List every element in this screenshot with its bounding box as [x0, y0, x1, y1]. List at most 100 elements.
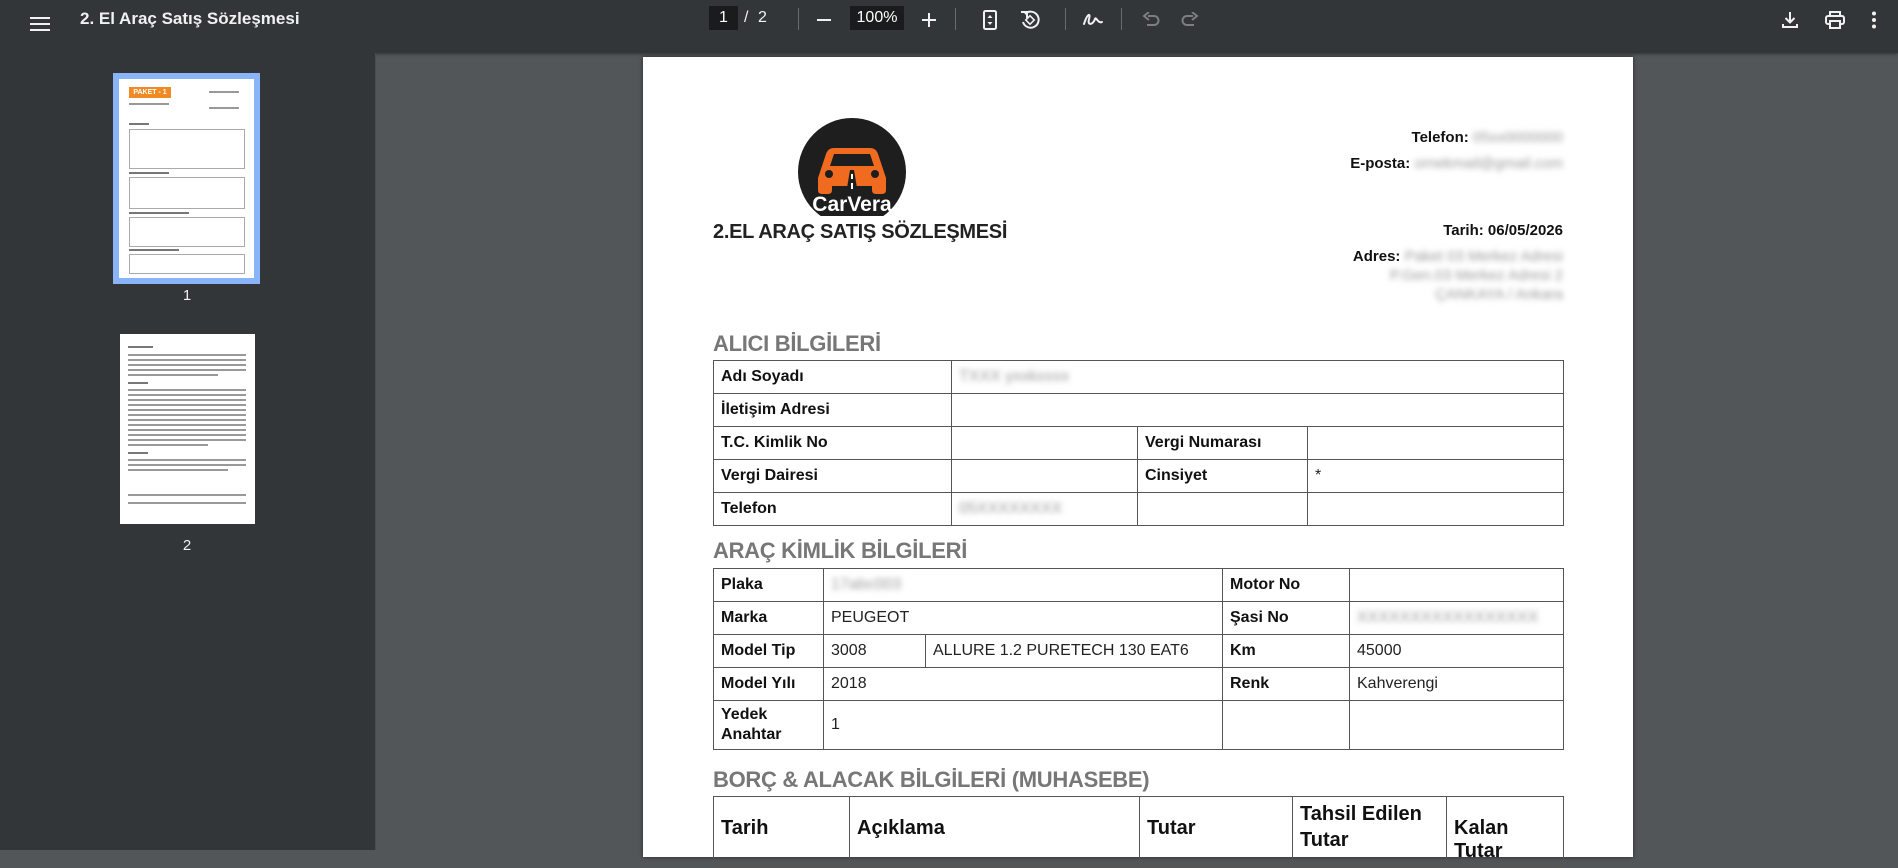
- buyer-tax-office-label: Vergi Dairesi: [713, 459, 952, 493]
- km-label: Km: [1222, 634, 1350, 668]
- buyer-gender-value: *: [1307, 459, 1564, 493]
- page-thumbnail-2[interactable]: [120, 334, 255, 524]
- table-header-row: Tarih Açıklama Tutar Tahsil Edilen Tutar…: [713, 796, 1564, 868]
- table-row: Model Yılı 2018 Renk Kahverengi: [713, 667, 1564, 701]
- menu-icon: [30, 17, 50, 31]
- rotate-icon: [1021, 10, 1040, 29]
- more-options-button[interactable]: [1858, 4, 1890, 36]
- plate-value: 17abc003: [823, 568, 1223, 602]
- pdf-page: CarVera 2.EL ARAÇ SATIŞ SÖZLEŞMESİ Telef…: [643, 57, 1633, 868]
- toolbar-divider: [955, 8, 956, 30]
- thumbnail-label-2: 2: [182, 537, 192, 554]
- debt-header-remaining: Kalan Tutar: [1446, 796, 1564, 868]
- chassis-no-label: Şasi No: [1222, 601, 1350, 635]
- debt-header-collected: Tahsil Edilen Tutar: [1292, 796, 1447, 868]
- print-icon: [1825, 11, 1845, 29]
- thumbnail-badge: PAKET - 1: [129, 87, 171, 98]
- page-separator: /: [744, 9, 749, 26]
- company-address: Adres: Paket 03 Merkez Adresi: [1352, 248, 1563, 265]
- buyer-tax-no-label: Vergi Numarası: [1137, 426, 1308, 460]
- table-row: İletişim Adresi: [713, 393, 1564, 427]
- fit-page-button[interactable]: [974, 4, 1006, 36]
- debt-table: Tarih Açıklama Tutar Tahsil Edilen Tutar…: [713, 796, 1564, 868]
- buyer-tax-office-value: [951, 459, 1138, 493]
- table-row: Telefon 05XXXXXXXX: [713, 492, 1564, 526]
- contract-title: 2.EL ARAÇ SATIŞ SÖZLEŞMESİ: [713, 221, 1008, 243]
- model-year-value: 2018: [823, 667, 1223, 701]
- draw-button[interactable]: [1077, 4, 1109, 36]
- empty-cell: [1222, 700, 1350, 750]
- engine-no-value: [1349, 568, 1564, 602]
- thumbnail-sidebar: PAKET - 1 1 2: [0, 53, 376, 850]
- model-type-value: 3008: [823, 634, 926, 668]
- zoom-out-button[interactable]: [808, 4, 840, 36]
- buyer-table: Adı Soyadı TXXX yxxkxxxx İletişim Adresi…: [713, 360, 1564, 526]
- model-detail-value: ALLURE 1.2 PURETECH 130 EAT6: [925, 634, 1223, 668]
- draw-icon: [1083, 13, 1103, 25]
- buyer-tc-value: [951, 426, 1138, 460]
- spare-key-label: Yedek Anahtar: [713, 700, 824, 750]
- buyer-tc-label: T.C. Kimlik No: [713, 426, 952, 460]
- table-row: Model Tip 3008 ALLURE 1.2 PURETECH 130 E…: [713, 634, 1564, 668]
- print-button[interactable]: [1819, 4, 1851, 36]
- download-icon: [1782, 12, 1798, 28]
- km-value: 45000: [1349, 634, 1564, 668]
- company-address-line2: P.Gen.03 Merkez Adresi 2: [1389, 267, 1563, 284]
- zoom-out-icon: [817, 19, 831, 21]
- contract-date: Tarih: 06/05/2026: [1443, 222, 1563, 239]
- brand-value: PEUGEOT: [823, 601, 1223, 635]
- redo-icon: [1181, 12, 1199, 26]
- table-row: Marka PEUGEOT Şasi No XXXXXXXXXXXXXXXXX: [713, 601, 1564, 635]
- vehicle-table: Plaka 17abc003 Motor No Marka PEUGEOT Şa…: [713, 568, 1564, 750]
- table-row: Yedek Anahtar 1: [713, 700, 1564, 750]
- color-label: Renk: [1222, 667, 1350, 701]
- carvera-logo: CarVera: [796, 118, 908, 226]
- logo-text: CarVera: [812, 193, 892, 216]
- toolbar-divider: [798, 8, 799, 30]
- buyer-phone-label: Telefon: [713, 492, 952, 526]
- undo-button[interactable]: [1135, 4, 1167, 36]
- debt-header-date: Tarih: [713, 796, 850, 868]
- more-vert-icon: [1872, 11, 1876, 29]
- buyer-phone-value: 05XXXXXXXX: [951, 492, 1138, 526]
- buyer-name-label: Adı Soyadı: [713, 360, 952, 394]
- buyer-gender-label: Cinsiyet: [1137, 459, 1308, 493]
- vehicle-section-title: ARAÇ KİMLİK BİLGİLERİ: [713, 538, 968, 563]
- pdf-toolbar: 2. El Araç Satış Sözleşmesi 1 / 2 100%: [0, 0, 1898, 53]
- document-title: 2. El Araç Satış Sözleşmesi: [80, 9, 300, 28]
- color-value: Kahverengi: [1349, 667, 1564, 701]
- redo-button[interactable]: [1174, 4, 1206, 36]
- table-row: Adı Soyadı TXXX yxxkxxxx: [713, 360, 1564, 394]
- undo-icon: [1142, 12, 1160, 26]
- buyer-address-value: [951, 393, 1564, 427]
- zoom-in-button[interactable]: [913, 4, 945, 36]
- rotate-button[interactable]: [1014, 4, 1046, 36]
- empty-cell: [1137, 492, 1308, 526]
- buyer-address-label: İletişim Adresi: [713, 393, 952, 427]
- brand-label: Marka: [713, 601, 824, 635]
- toolbar-divider: [1121, 8, 1122, 30]
- spare-key-value: 1: [823, 700, 1223, 750]
- table-row: Vergi Dairesi Cinsiyet *: [713, 459, 1564, 493]
- zoom-in-icon: [922, 13, 936, 27]
- page-total: 2: [758, 9, 767, 26]
- empty-cell: [1349, 700, 1564, 750]
- chassis-no-value: XXXXXXXXXXXXXXXXX: [1349, 601, 1564, 635]
- buyer-name-value: TXXX yxxkxxxx: [951, 360, 1564, 394]
- plate-label: Plaka: [713, 568, 824, 602]
- page-thumbnail-1[interactable]: PAKET - 1: [113, 73, 260, 284]
- page-number-input[interactable]: 1: [709, 6, 738, 30]
- company-address-line3: ÇANKAYA / Ankara: [1435, 286, 1563, 303]
- toolbar-divider: [1065, 8, 1066, 30]
- download-button[interactable]: [1774, 4, 1806, 36]
- company-phone: Telefon: 05xx0000000: [1411, 129, 1563, 146]
- debt-header-amount: Tutar: [1139, 796, 1293, 868]
- company-email: E-posta: ornekmail@gmail.com: [1350, 155, 1563, 172]
- buyer-tax-no-value: [1307, 426, 1564, 460]
- table-row: Plaka 17abc003 Motor No: [713, 568, 1564, 602]
- debt-section-title: BORÇ & ALACAK BİLGİLERİ (MUHASEBE): [713, 767, 1150, 792]
- debt-header-description: Açıklama: [849, 796, 1140, 868]
- thumbnail-label-1: 1: [182, 287, 192, 304]
- zoom-input[interactable]: 100%: [850, 6, 904, 30]
- menu-button[interactable]: [24, 8, 56, 40]
